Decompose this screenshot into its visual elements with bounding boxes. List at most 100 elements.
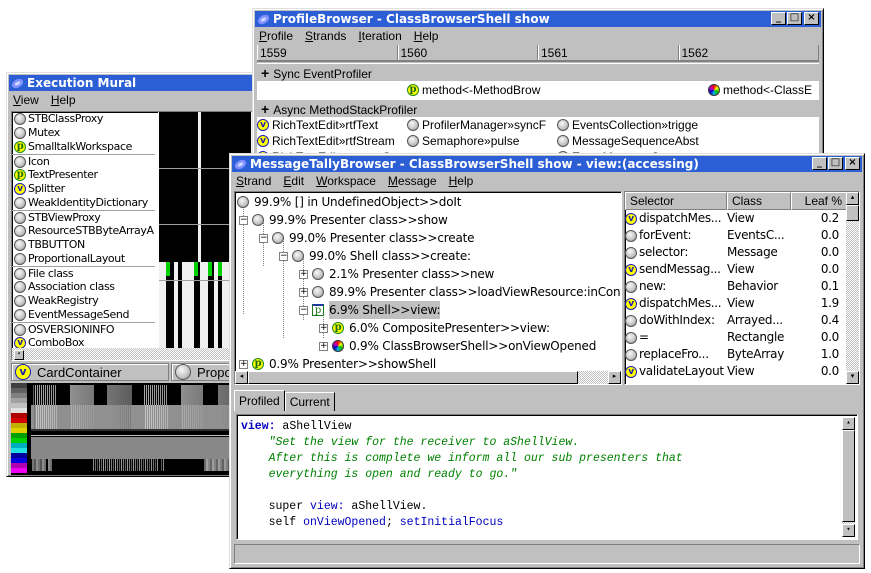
- collapse-icon[interactable]: −: [299, 305, 308, 315]
- async-item[interactable]: EventsCollection»trigge: [557, 117, 698, 133]
- menu-strands[interactable]: Strands: [305, 29, 346, 43]
- menu-help[interactable]: Help: [51, 93, 76, 107]
- column-header[interactable]: 1562: [678, 45, 819, 60]
- scroll-down-button[interactable]: ▾: [842, 524, 855, 537]
- menu-workspace[interactable]: Workspace: [316, 174, 376, 188]
- tab-cardcontainer[interactable]: v CardContainer: [11, 363, 169, 381]
- tree-node[interactable]: − 99.0% Shell class>>create:: [279, 247, 471, 265]
- menu-message[interactable]: Message: [388, 174, 437, 188]
- mural-titlebar[interactable]: Execution Mural: [9, 75, 253, 91]
- menu-view[interactable]: View: [13, 93, 39, 107]
- async-item[interactable]: ProfilerManager»syncF: [407, 117, 546, 133]
- sync-section-header[interactable]: + Sync EventProfiler: [257, 63, 819, 81]
- class-row[interactable]: v Splitter: [12, 182, 155, 196]
- class-row[interactable]: Icon: [12, 154, 155, 168]
- expand-icon[interactable]: +: [319, 341, 328, 351]
- expand-icon[interactable]: +: [239, 359, 248, 369]
- grid-row[interactable]: selector: Message 0.0: [625, 244, 859, 261]
- class-row[interactable]: File class: [12, 266, 155, 280]
- collapse-icon[interactable]: −: [239, 215, 248, 225]
- scroll-thumb[interactable]: [248, 371, 578, 384]
- mural-overview-strip[interactable]: [11, 383, 255, 475]
- class-row[interactable]: Mutex: [12, 126, 155, 140]
- class-row[interactable]: Association class: [12, 280, 155, 294]
- code-vertical-scrollbar[interactable]: ▴ ▾: [842, 417, 855, 537]
- collapse-icon[interactable]: −: [259, 233, 268, 243]
- menu-help[interactable]: Help: [414, 29, 439, 43]
- async-item[interactable]: v RichTextEdit»rtfStream: [257, 133, 395, 149]
- class-row[interactable]: ResourceSTBByteArrayA: [12, 224, 155, 238]
- menu-edit[interactable]: Edit: [283, 174, 304, 188]
- async-item[interactable]: v RichTextEdit»rtfText: [257, 117, 378, 133]
- column-header[interactable]: 1559: [257, 45, 398, 60]
- async-section-header[interactable]: + Async MethodStackProfiler: [257, 99, 819, 117]
- tree-node[interactable]: − p 6.9% Shell>>view:: [299, 301, 441, 319]
- async-item[interactable]: Semaphore»pulse: [407, 133, 519, 149]
- scroll-down-button[interactable]: ▾: [846, 371, 859, 384]
- profile-titlebar[interactable]: ProfileBrowser - ClassBrowserShell show …: [255, 11, 821, 27]
- menu-help[interactable]: Help: [449, 174, 474, 188]
- column-leaf-percent[interactable]: Leaf %: [791, 192, 847, 210]
- maximize-button[interactable]: □: [787, 12, 802, 25]
- close-button[interactable]: ×: [804, 12, 819, 25]
- column-selector[interactable]: Selector: [625, 192, 727, 210]
- grid-row[interactable]: forEvent: EventsC... 0.0: [625, 227, 859, 244]
- class-row[interactable]: OSVERSIONINFO: [12, 322, 155, 336]
- grid-vertical-scrollbar[interactable]: ▴ ▾: [846, 192, 859, 384]
- sync-item[interactable]: p method<-MethodBrow: [407, 82, 540, 98]
- menu-iteration[interactable]: Iteration: [358, 29, 401, 43]
- grid-row[interactable]: v validateLayout View 0.0: [625, 363, 859, 380]
- scroll-track[interactable]: [578, 371, 608, 384]
- tab-profiled[interactable]: Profiled: [234, 390, 285, 411]
- leaf-selectors-grid[interactable]: Selector Class Leaf % v dispatchMes... Vie…: [624, 191, 860, 385]
- class-row[interactable]: TBBUTTON: [12, 238, 155, 252]
- collapse-icon[interactable]: −: [279, 251, 288, 261]
- tree-node[interactable]: − 99.0% Presenter class>>create: [259, 229, 474, 247]
- class-row[interactable]: p TextPresenter: [12, 168, 155, 182]
- column-header[interactable]: 1561: [538, 45, 679, 60]
- tree-node[interactable]: +0.9% ClassBrowserShell>>onViewOpened: [319, 337, 596, 355]
- column-header[interactable]: 1560: [397, 45, 538, 60]
- expand-icon[interactable]: +: [299, 287, 308, 297]
- class-row[interactable]: ProportionalLayout: [12, 252, 155, 266]
- expand-icon[interactable]: +: [319, 323, 328, 333]
- maximize-button[interactable]: □: [828, 157, 843, 170]
- class-row[interactable]: STBClassProxy: [12, 112, 155, 126]
- scroll-thumb[interactable]: [846, 205, 859, 221]
- scroll-up-button[interactable]: ▴: [842, 417, 855, 430]
- grid-row[interactable]: v sendMessag... View 0.0: [625, 261, 859, 278]
- source-code-pane[interactable]: view: aShellView "Set the view for the r…: [236, 414, 858, 540]
- async-item[interactable]: MessageSequenceAbst: [557, 133, 699, 149]
- sync-item[interactable]: method<-ClassE: [708, 82, 812, 98]
- class-row[interactable]: WeakRegistry: [12, 294, 155, 308]
- menu-strand[interactable]: Strand: [236, 174, 271, 188]
- tally-titlebar[interactable]: MessageTallyBrowser - ClassBrowserShell …: [232, 156, 862, 172]
- grid-row[interactable]: doWithIndex: Arrayed... 0.4: [625, 312, 859, 329]
- class-row[interactable]: WeakIdentityDictionary: [12, 196, 155, 210]
- mural-horizontal-scrollbar[interactable]: ▪: [12, 348, 254, 360]
- tree-node[interactable]: +89.9% Presenter class>>loadViewResource…: [299, 283, 621, 301]
- tab-current[interactable]: Current: [284, 392, 335, 411]
- menu-profile[interactable]: Profile: [259, 29, 293, 43]
- call-tree[interactable]: 99.9% [] in UndefinedObject>>doIt −99.9% …: [234, 191, 622, 385]
- scroll-box[interactable]: ▪: [14, 350, 24, 360]
- column-class[interactable]: Class: [727, 192, 791, 210]
- scroll-up-button[interactable]: ▴: [846, 192, 859, 205]
- tree-node[interactable]: − 99.9% Presenter class>>show: [239, 211, 448, 229]
- mural-class-list[interactable]: STBClassProxy Mutex p SmalltalkWorkspace Ico…: [11, 111, 255, 361]
- scroll-right-button[interactable]: ▸: [608, 371, 621, 384]
- scroll-thumb[interactable]: [842, 430, 855, 522]
- minimize-button[interactable]: _: [812, 157, 827, 170]
- scroll-left-button[interactable]: ◂: [235, 371, 248, 384]
- expand-icon[interactable]: +: [299, 269, 308, 279]
- grid-row[interactable]: v dispatchMes... View 1.9: [625, 295, 859, 312]
- grid-row[interactable]: replaceFro... ByteArray 1.0: [625, 346, 859, 363]
- tree-node[interactable]: + p 6.0% CompositePresenter>>view:: [319, 319, 550, 337]
- tree-node[interactable]: 99.9% [] in UndefinedObject>>doIt: [237, 193, 461, 211]
- minimize-button[interactable]: _: [771, 12, 786, 25]
- class-row[interactable]: p SmalltalkWorkspace: [12, 140, 155, 154]
- class-row[interactable]: EventMessageSend: [12, 308, 155, 322]
- tree-node[interactable]: +2.1% Presenter class>>new: [299, 265, 494, 283]
- grid-row[interactable]: v dispatchMes... View 0.2: [625, 210, 859, 227]
- close-button[interactable]: ×: [845, 157, 860, 170]
